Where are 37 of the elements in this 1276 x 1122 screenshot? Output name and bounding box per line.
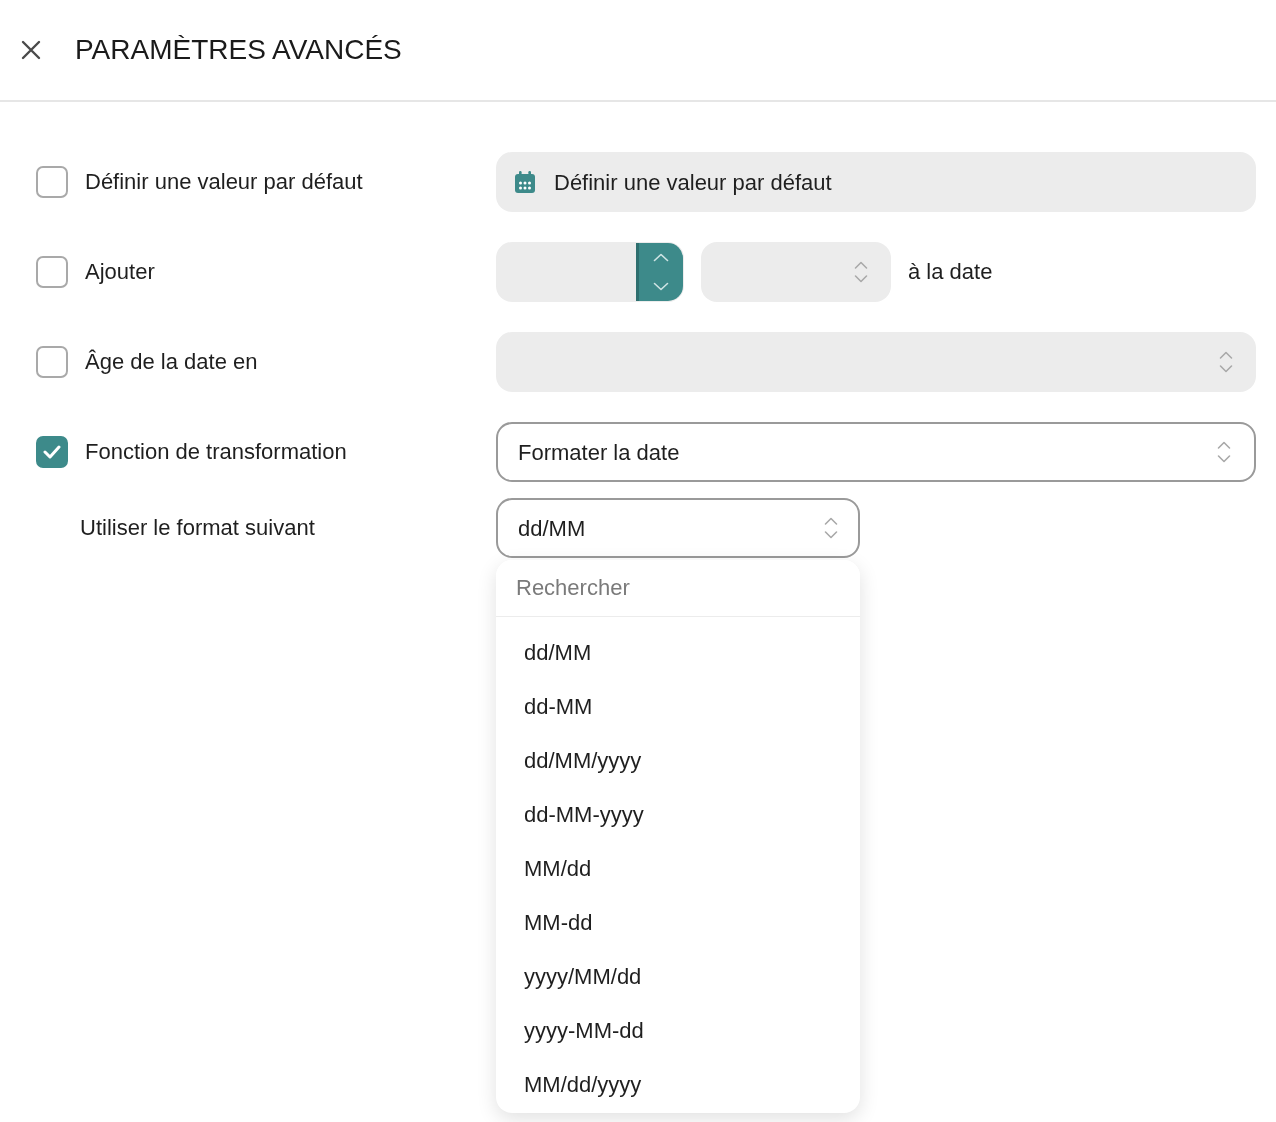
chevron-up-down-icon [1219,349,1233,375]
option-label: Définir une valeur par défaut [85,168,363,196]
option-label: Fonction de transformation [85,438,347,466]
option-label: Âge de la date en [85,348,258,376]
dropdown-option[interactable]: dd/MM/yyyy [496,733,860,787]
transformation-select[interactable]: Formater la date [496,422,1256,482]
dropdown-option[interactable]: dd-MM-yyyy [496,787,860,841]
check-icon [43,445,61,459]
chevron-up-down-icon [854,259,868,285]
dialog-title: PARAMÈTRES AVANCÉS [75,33,402,67]
search-field[interactable]: Rechercher [496,560,860,617]
checkbox[interactable] [36,166,68,198]
close-icon [21,40,41,60]
checkbox[interactable] [36,256,68,288]
chevron-up-icon [653,253,669,262]
chevron-up-down-icon [824,515,838,541]
decrement-button[interactable] [636,272,683,301]
checkbox[interactable] [36,346,68,378]
chevron-down-icon [653,282,669,291]
chevron-up-down-icon [1217,439,1231,465]
dropdown-option[interactable]: yyyy/MM/dd [496,949,860,1003]
suffix-label: à la date [908,258,993,286]
dropdown-option[interactable]: yyyy-MM-dd [496,1003,860,1057]
dropdown-option[interactable]: dd/MM [496,625,860,679]
calendar-icon [514,171,536,193]
option-label: Ajouter [85,258,155,286]
dropdown-option[interactable]: MM/dd [496,841,860,895]
date-picker-button[interactable]: Définir une valeur par défaut [496,152,1256,212]
close-button[interactable] [20,39,42,61]
number-field[interactable] [496,242,684,302]
dropdown-option[interactable]: MM/dd/yyyy [496,1057,860,1111]
dropdown-option[interactable]: dd-MM [496,679,860,733]
checkbox[interactable] [36,436,68,468]
increment-button[interactable] [636,243,683,272]
dropdown-option[interactable]: MM-dd [496,895,860,949]
format-label: Utiliser le format suivant [80,514,315,542]
format-select[interactable]: dd/MM [496,498,860,558]
